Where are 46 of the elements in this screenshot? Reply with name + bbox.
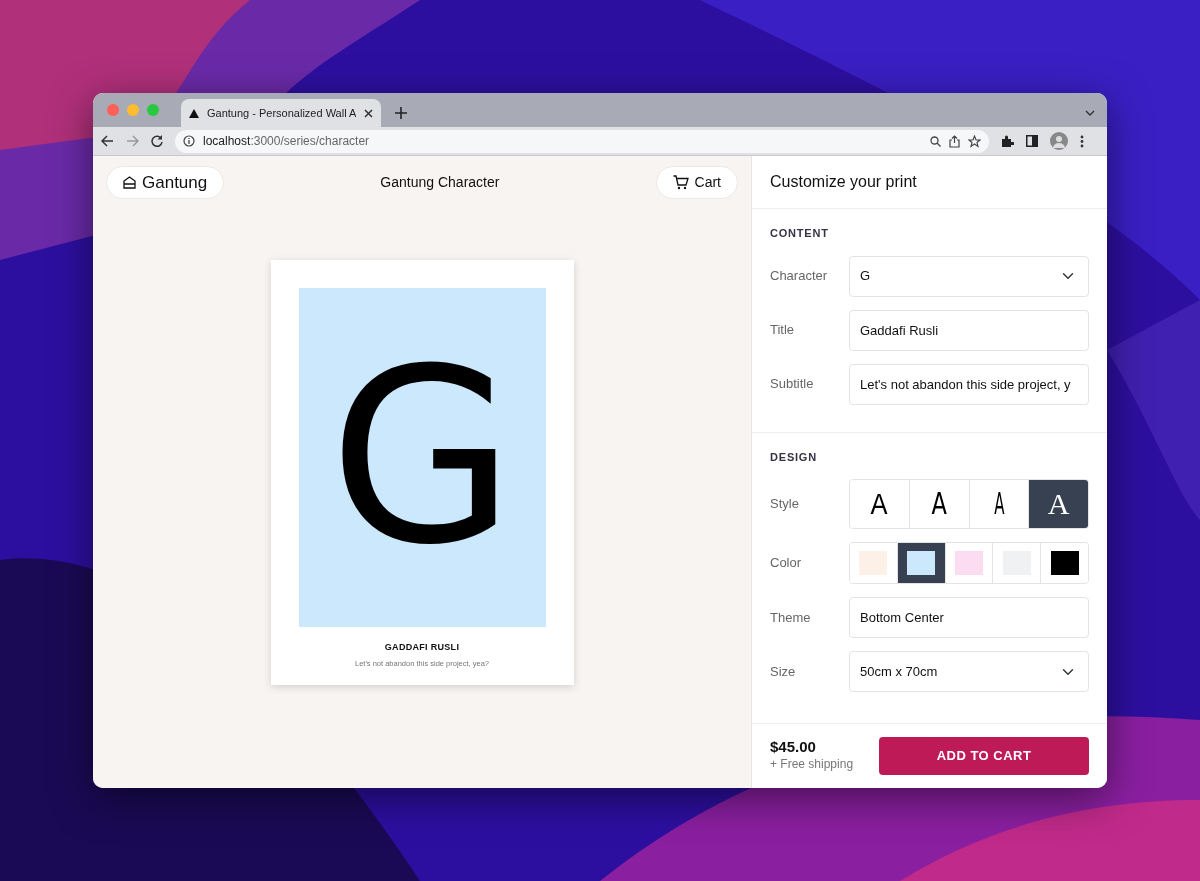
triangle-icon (189, 108, 199, 118)
field-label: Size (770, 662, 797, 681)
sidebar-icon[interactable] (1026, 135, 1038, 147)
field-label: Character (770, 267, 829, 286)
search-icon[interactable] (930, 135, 941, 147)
input-field[interactable]: Let's not abandon this side project, y (849, 363, 1089, 405)
font-style-option[interactable]: A (1029, 480, 1088, 528)
page-title: Gantung Character (380, 173, 500, 192)
reload-icon[interactable] (151, 135, 163, 147)
font-style-option[interactable]: A (850, 480, 910, 528)
add-to-cart-button[interactable]: ADD TO CART (879, 737, 1089, 775)
field-label: Subtitle (770, 375, 815, 394)
poster-title: GADDAFI RUSLI (384, 641, 460, 654)
cart-button[interactable]: Cart (655, 166, 738, 199)
input-field[interactable]: Bottom Center (849, 597, 1089, 638)
dropdown[interactable]: G (849, 255, 1089, 297)
star-icon[interactable] (968, 134, 981, 148)
new-tab-icon[interactable] (395, 107, 408, 119)
share-icon[interactable] (949, 134, 960, 148)
shipping-note: + Free shipping (770, 756, 854, 774)
puzzle-icon[interactable] (1001, 134, 1014, 148)
url-text: localhost:3000/series/character (203, 133, 370, 150)
browser-tab[interactable]: Gantung - Personalized Wall A (181, 99, 382, 127)
home-button[interactable]: Gantung (106, 166, 225, 199)
close-icon[interactable] (364, 108, 374, 118)
price: $45.00 (770, 738, 817, 756)
panel-title: Customize your print (752, 156, 1107, 209)
house-icon (123, 176, 136, 189)
address-bar[interactable]: localhost:3000/series/character (175, 129, 989, 153)
dropdown[interactable]: 50cm x 70cm (849, 651, 1089, 692)
field-label: Theme (770, 608, 812, 627)
input-field[interactable]: Gaddafi Rusli (849, 309, 1089, 351)
more-icon[interactable] (1080, 134, 1084, 148)
chevron-down-icon[interactable] (1085, 110, 1095, 116)
poster-letter: G (329, 337, 515, 578)
section-heading: DESIGN (770, 449, 818, 465)
section-heading: CONTENT (770, 226, 830, 241)
color-option[interactable] (897, 543, 946, 583)
back-icon[interactable] (101, 135, 114, 147)
avatar-icon[interactable] (1050, 132, 1068, 150)
field-label: Title (770, 321, 796, 340)
color-option[interactable] (850, 543, 898, 583)
cart-icon (672, 175, 689, 190)
info-icon (183, 135, 195, 147)
field-label: Style (770, 495, 800, 514)
field-label: Color (770, 554, 803, 573)
